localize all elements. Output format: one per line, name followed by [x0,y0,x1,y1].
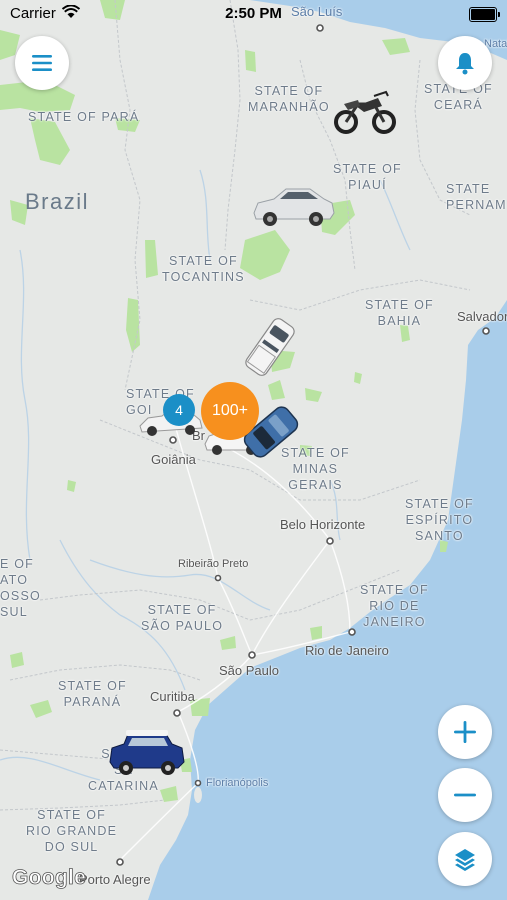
vehicle-marker-white-pickup[interactable] [244,314,296,380]
state-label-sao-paulo: STATE OF SÃO PAULO [141,603,224,633]
city-label-ribeirao-preto: Ribeirão Preto [178,558,249,570]
motorcycle-icon [334,90,396,134]
google-logo: Google [12,866,87,890]
vehicle-marker-blue-mini-cooper[interactable] [106,728,186,776]
cluster-count: 4 [175,402,183,418]
state-label-tocantins: STATE OF TOCANTINS [162,254,245,284]
vehicle-marker-silver-sedan[interactable] [250,183,336,229]
state-label-parana: STATE OF PARANÁ [58,679,127,709]
state-label-bahia: STATE OF BAHIA [365,298,434,328]
state-label-para: STATE OF PARÁ [28,110,140,124]
city-label-florianopolis: Florianópolis [206,777,269,789]
state-label-maranhao: STATE OF MARANHÃO [248,84,330,114]
zoom-in-button[interactable] [438,705,492,759]
state-label-rio: STATE OF RIO DE JANEIRO [360,583,429,629]
bell-icon [456,53,474,75]
country-label: Brazil [25,189,90,214]
state-label-pernambuco: STATE PERNAM [446,182,507,212]
map-layers-button[interactable] [438,832,492,886]
city-label-porto-alegre: Porto Alegre [79,872,151,887]
menu-button[interactable] [15,36,69,90]
city-label-salvador: Salvador [457,309,507,324]
city-label-curitiba: Curitiba [150,689,195,704]
vehicle-marker-motorcycle[interactable] [334,84,398,136]
status-bar: Carrier 2:50 PM [0,0,507,28]
notifications-button[interactable] [438,36,492,90]
state-label-piaui: STATE OF PIAUÍ [333,162,402,192]
city-label-belo-horizonte: Belo Horizonte [280,517,366,532]
plus-icon [454,721,476,743]
cluster-marker-100[interactable]: 100+ [201,382,259,440]
menu-icon [32,55,52,71]
cluster-count: 100+ [211,402,249,419]
layers-icon [455,849,475,871]
city-label-rio-de-janeiro: Rio de Janeiro [305,643,389,658]
minus-icon [454,793,476,797]
city-label-goiania: Goiânia [151,452,196,467]
car-icon [109,730,185,775]
zoom-out-button[interactable] [438,768,492,822]
car-icon [245,318,295,376]
status-time: 2:50 PM [225,5,282,22]
cluster-marker-4[interactable]: 4 [163,394,195,426]
battery-icon [469,7,500,22]
state-label-espirito-santo: STATE OF ESPÍRITO SANTO [405,497,474,543]
state-label-rio-grande-sul: STATE OF RIO GRANDE DO SUL [26,808,118,854]
car-icon [253,188,335,226]
city-label-sao-paulo: São Paulo [219,663,279,678]
state-label-mato-grosso-sul: E OF ATO OSSO SUL [0,557,41,619]
